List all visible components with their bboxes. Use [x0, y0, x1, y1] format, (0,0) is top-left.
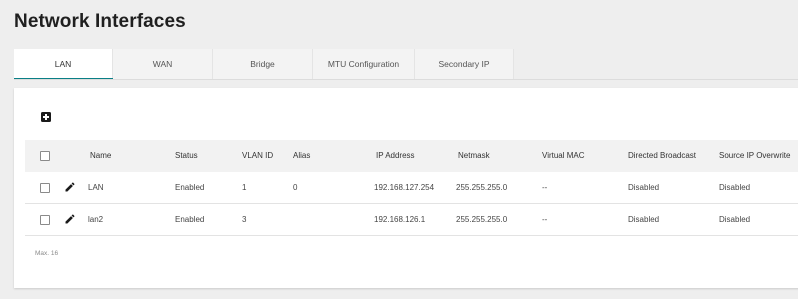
header-alias[interactable]: Alias: [293, 140, 310, 172]
header-vlan-id[interactable]: VLAN ID: [242, 140, 273, 172]
cell-directed-broadcast: Disabled: [628, 215, 660, 224]
cell-netmask: 255.255.255.0: [456, 183, 508, 192]
tab-secondary-ip[interactable]: Secondary IP: [415, 49, 514, 80]
cell-directed-broadcast: Disabled: [628, 183, 660, 192]
table-header-row: Name Status VLAN ID Alias IP Address Net…: [25, 140, 798, 172]
header-directed-broadcast[interactable]: Directed Broadcast: [628, 140, 696, 172]
select-all-checkbox[interactable]: [40, 151, 50, 161]
edit-pencil-icon[interactable]: [64, 181, 76, 193]
cell-name: LAN: [88, 183, 104, 192]
cell-ip-address: 192.168.127.254: [374, 183, 435, 192]
cell-virtual-mac: --: [542, 215, 548, 224]
tabs-divider: [14, 79, 798, 80]
max-entries-note: Max. 16: [35, 250, 59, 257]
cell-vlan-id: 1: [242, 183, 247, 192]
cell-status: Enabled: [175, 215, 205, 224]
tab-mtu-configuration[interactable]: MTU Configuration: [313, 49, 415, 80]
cell-source-ip-overwrite: Disabled: [719, 215, 751, 224]
header-ip-address[interactable]: IP Address: [376, 140, 415, 172]
cell-name: lan2: [88, 215, 104, 224]
row-checkbox[interactable]: [40, 215, 50, 225]
lan-interfaces-card: Name Status VLAN ID Alias IP Address Net…: [14, 88, 798, 288]
cell-alias: 0: [293, 183, 298, 192]
tab-wan[interactable]: WAN: [113, 49, 213, 80]
cell-ip-address: 192.168.126.1: [374, 215, 426, 224]
add-box-icon[interactable]: [41, 112, 51, 122]
header-virtual-mac[interactable]: Virtual MAC: [542, 140, 585, 172]
page-title: Network Interfaces: [14, 11, 186, 32]
interface-tabs: LAN WAN Bridge MTU Configuration Seconda…: [14, 49, 514, 80]
table-row: lan2 Enabled 3 192.168.126.1 255.255.255…: [25, 204, 798, 236]
row-checkbox[interactable]: [40, 183, 50, 193]
edit-pencil-icon[interactable]: [64, 213, 76, 225]
cell-source-ip-overwrite: Disabled: [719, 183, 751, 192]
tab-lan[interactable]: LAN: [14, 49, 113, 80]
table-row: LAN Enabled 1 0 192.168.127.254 255.255.…: [25, 172, 798, 204]
tab-bridge[interactable]: Bridge: [213, 49, 313, 80]
header-source-ip-overwrite[interactable]: Source IP Overwrite: [719, 140, 790, 172]
cell-vlan-id: 3: [242, 215, 247, 224]
cell-status: Enabled: [175, 183, 205, 192]
cell-netmask: 255.255.255.0: [456, 215, 508, 224]
header-netmask[interactable]: Netmask: [458, 140, 490, 172]
header-status[interactable]: Status: [175, 140, 198, 172]
header-name[interactable]: Name: [90, 140, 111, 172]
cell-virtual-mac: --: [542, 183, 548, 192]
